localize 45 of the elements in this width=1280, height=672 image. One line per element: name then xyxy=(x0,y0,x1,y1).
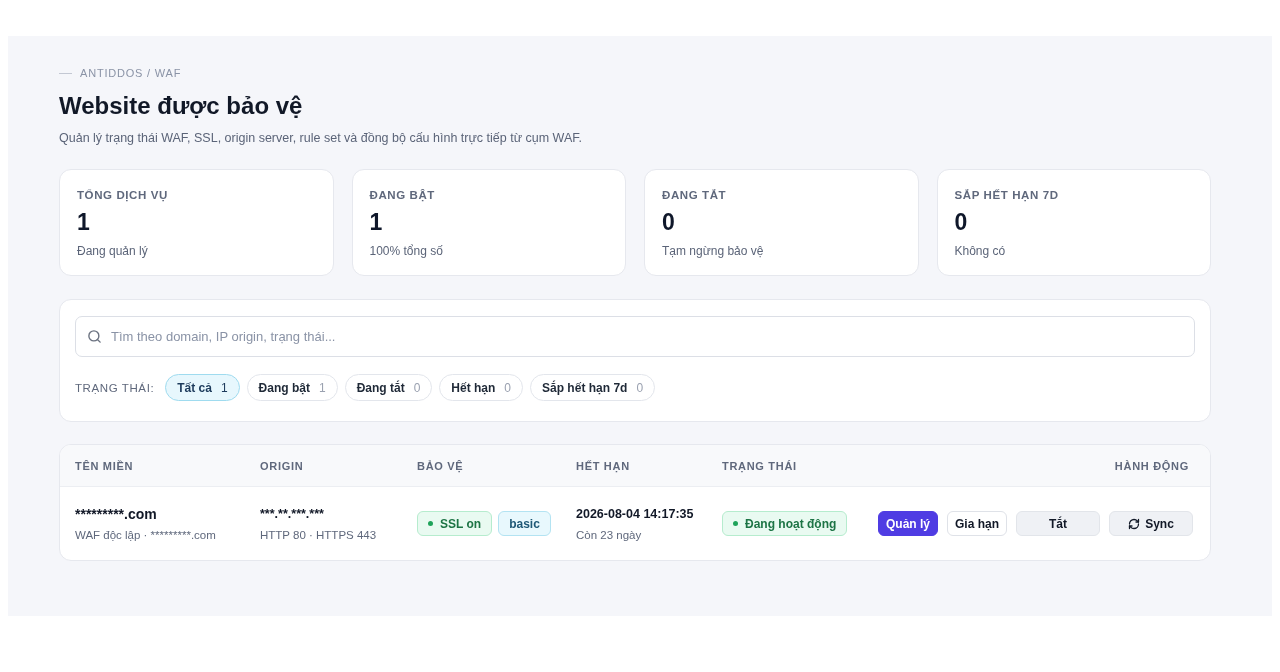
search-field[interactable]: Tìm theo domain, IP origin, trạng thái... xyxy=(75,316,1195,357)
protection-badge: SSL on xyxy=(417,511,493,536)
stat-label: SẮP HẾT HẠN 7D xyxy=(954,188,1059,202)
breadcrumb: ANTIDDOS / WAF xyxy=(80,66,182,80)
domain-note: WAF độc lập · *********.com xyxy=(75,527,216,542)
column-header: BẢO VỆ xyxy=(417,459,464,472)
protection-badge: basic xyxy=(498,511,551,536)
stat-value: 0 xyxy=(662,208,675,236)
stat-note: 100% tổng số xyxy=(369,243,443,259)
filter-chip[interactable]: Tất cả 1 xyxy=(165,374,240,401)
column-header: TRẠNG THÁI xyxy=(722,459,797,472)
filter-chip[interactable]: Hết hạn 0 xyxy=(439,374,524,401)
stat-note: Đang quản lý xyxy=(77,243,148,259)
expiry-date: 2026-08-04 14:17:35 xyxy=(576,505,694,522)
expiry-remaining: Còn 23 ngày xyxy=(576,527,642,542)
filter-chip[interactable]: Sắp hết hạn 7d 0 xyxy=(530,374,656,401)
column-header: HÀNH ĐỘNG xyxy=(1114,459,1189,472)
status-dot-icon xyxy=(428,521,433,526)
action-button[interactable]: Quản lý xyxy=(878,511,938,536)
stat-label: ĐANG BẬT xyxy=(369,188,435,202)
search-icon xyxy=(87,329,102,344)
origin-ip: ***.**.***.*** xyxy=(260,505,324,522)
stat-note: Tạm ngừng bảo vệ xyxy=(662,243,764,259)
filter-chip[interactable]: Đang tắt 0 xyxy=(344,374,433,401)
column-header: HẾT HẠN xyxy=(576,459,630,472)
stat-label: TỔNG DỊCH VỤ xyxy=(77,188,168,202)
stat-value: 0 xyxy=(954,208,968,236)
status-badge: Đang hoạt động xyxy=(722,511,848,536)
column-header: TÊN MIỀN xyxy=(75,459,134,472)
stat-value: 1 xyxy=(369,208,383,236)
origin-ports: HTTP 80 · HTTPS 443 xyxy=(260,527,377,542)
stat-label: ĐANG TẮT xyxy=(662,188,727,202)
domain-name: *********.com xyxy=(75,505,157,522)
status-dot-icon xyxy=(733,521,738,526)
stat-note: Không có xyxy=(954,243,1006,259)
filter-chip[interactable]: Đang bật 1 xyxy=(246,374,338,401)
action-button[interactable]: Sync xyxy=(1109,511,1193,536)
action-button[interactable]: Tắt xyxy=(1016,511,1100,536)
page-subtitle: Quản lý trạng thái WAF, SSL, origin server, rule set và đồng bộ cấu hình trực tiếp từ cụm WAF. xyxy=(59,130,582,147)
page-title: Website được bảo vệ xyxy=(59,91,303,121)
refresh-icon xyxy=(1128,517,1141,530)
stat-value: 1 xyxy=(77,208,90,236)
filter-label: TRẠNG THÁI: xyxy=(75,381,155,394)
action-button[interactable]: Gia hạn xyxy=(947,511,1007,536)
column-header: ORIGIN xyxy=(260,459,304,472)
